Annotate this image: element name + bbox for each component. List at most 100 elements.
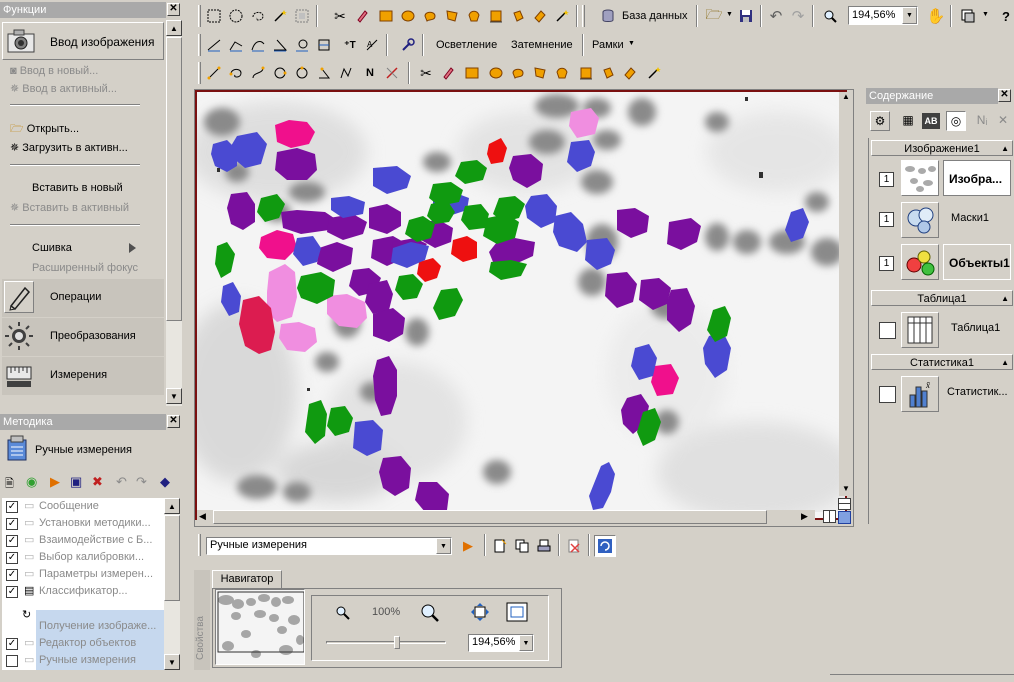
transformations-group[interactable]: Преобразования: [2, 318, 164, 356]
polyline-tool-icon[interactable]: [336, 63, 356, 83]
help-icon[interactable]: ?: [996, 6, 1014, 26]
tree-item-manual[interactable]: Ручные измерения: [39, 652, 136, 669]
scroll-thumb[interactable]: [166, 37, 182, 321]
eraser-icon[interactable]: [620, 63, 640, 83]
functions-close-button[interactable]: ✕: [167, 3, 180, 16]
scroll-down-button[interactable]: ▼: [166, 388, 182, 404]
collapse-icon[interactable]: ▲: [1001, 355, 1009, 371]
layer-row-masks[interactable]: 1 Маски1: [871, 200, 1013, 240]
open-item[interactable]: 🗁 Открыть...: [10, 120, 79, 138]
extended-focus-item[interactable]: Расширенный фокус: [32, 259, 138, 277]
spline-tool-icon[interactable]: [248, 63, 268, 83]
freeform-shape-icon[interactable]: [420, 6, 440, 26]
count-tool-icon[interactable]: N: [360, 63, 380, 83]
undo-icon[interactable]: ↶: [116, 474, 127, 490]
hand-pan-icon[interactable]: ✋: [926, 6, 946, 26]
cut-icon[interactable]: ✂: [330, 6, 350, 26]
chevron-down-icon[interactable]: ▼: [436, 538, 451, 554]
database-button[interactable]: База данных: [622, 6, 688, 26]
scroll-thumb[interactable]: [164, 515, 180, 601]
frames-button[interactable]: Рамки: [592, 35, 624, 55]
ellipse-select-icon[interactable]: [226, 6, 246, 26]
input-image-button[interactable]: Ввод изображения: [2, 22, 164, 60]
grid-view-icon[interactable]: ▦: [898, 111, 918, 131]
split-view-icon[interactable]: [823, 510, 836, 523]
new-icon[interactable]: 🗎: [5, 475, 14, 494]
redo-icon[interactable]: ↷: [136, 474, 147, 490]
refresh-button[interactable]: [594, 535, 616, 557]
contents-close-button[interactable]: ✕: [998, 89, 1011, 102]
method-select[interactable]: Ручные измерения ▼: [206, 537, 452, 555]
stitch-item[interactable]: Сшивка: [32, 239, 72, 257]
fill-icon[interactable]: [508, 6, 528, 26]
delete-icon[interactable]: ✖: [92, 474, 103, 490]
copy-doc-icon[interactable]: [512, 536, 532, 556]
zoom-out-icon[interactable]: [336, 606, 350, 623]
eraser-tool-icon[interactable]: [382, 63, 402, 83]
tree-checkbox[interactable]: ✓: [6, 518, 18, 530]
open-folder-icon[interactable]: 🗁: [704, 6, 724, 26]
ellipse-shape-icon[interactable]: [486, 63, 506, 83]
brush-icon[interactable]: [438, 63, 458, 83]
navigator-zoom-combo[interactable]: 194,56% ▼: [468, 634, 534, 652]
toolbar-grip[interactable]: [198, 534, 201, 556]
measure-circle-icon[interactable]: [292, 35, 312, 55]
tree-checkbox[interactable]: ✓: [6, 552, 18, 564]
functions-scrollbar[interactable]: ▲ ▼: [166, 20, 182, 406]
scroll-right-button[interactable]: ▶: [801, 511, 808, 522]
tree-view-icon[interactable]: ⚙: [870, 111, 890, 131]
hscroll-thumb[interactable]: [213, 510, 767, 524]
section-image1-header[interactable]: Изображение1 ▲: [871, 140, 1013, 156]
input-active-item[interactable]: ✵ Ввод в активный...: [10, 80, 117, 98]
spline-shape-icon[interactable]: [464, 6, 484, 26]
redo-icon[interactable]: ↷: [788, 6, 808, 26]
polygon-shape-icon[interactable]: [442, 6, 462, 26]
image-hscrollbar[interactable]: ◀ ▶: [197, 510, 815, 524]
magic-wand-icon[interactable]: [270, 6, 290, 26]
tree-item-classifier[interactable]: Классификатор...: [39, 583, 128, 600]
layer-num[interactable]: 1: [879, 256, 894, 271]
measurements-group[interactable]: Измерения: [2, 357, 164, 395]
image-vscrollbar[interactable]: ▲ ▼: [839, 92, 853, 496]
layer-row-objects[interactable]: 1 Объекты1: [871, 242, 1013, 282]
tree-checkbox[interactable]: ✓: [6, 501, 18, 513]
rectangle-shape-icon[interactable]: [376, 6, 396, 26]
layer-row-table[interactable]: Таблица1: [871, 310, 1013, 350]
scroll-down-button[interactable]: ▼: [164, 654, 180, 670]
toolbar-grip[interactable]: [198, 34, 201, 56]
scroll-left-button[interactable]: ◀: [199, 511, 206, 522]
frames-dropdown-icon[interactable]: ▼: [628, 40, 635, 47]
numbering-icon[interactable]: Nᵢ: [972, 111, 992, 131]
scroll-down-button[interactable]: ▼: [839, 484, 853, 498]
tree-checkbox[interactable]: ✓: [6, 535, 18, 547]
fit-view-icon[interactable]: [838, 511, 851, 524]
database-icon[interactable]: [598, 6, 618, 26]
ellipse-shape-icon[interactable]: [398, 6, 418, 26]
stats-checkbox[interactable]: [879, 386, 896, 403]
method-scrollbar[interactable]: ▲ ▼: [164, 498, 180, 670]
tree-item-acquire[interactable]: Получение изображе...: [39, 618, 156, 635]
toolbar-grip[interactable]: [198, 62, 201, 84]
zoom-slider[interactable]: [326, 636, 446, 650]
paste-new-item[interactable]: Вставить в новый: [32, 179, 123, 197]
method-close-button[interactable]: ✕: [167, 415, 180, 428]
table-checkbox[interactable]: [879, 322, 896, 339]
layer-row-stats[interactable]: x̄ Статистик...: [871, 374, 1013, 414]
toolbar-grip[interactable]: [198, 5, 201, 27]
properties-side-tab[interactable]: Свойства: [194, 570, 210, 670]
section-table1-header[interactable]: Таблица1 ▲: [871, 290, 1013, 306]
rect-select-icon[interactable]: [204, 6, 224, 26]
new-doc-icon[interactable]: [490, 536, 510, 556]
tree-item-db[interactable]: Взаимодействие с Б...: [39, 532, 152, 549]
freeform-shape-icon[interactable]: [508, 63, 528, 83]
tree-checkbox[interactable]: ✓: [6, 586, 18, 598]
fit-window-icon[interactable]: [506, 602, 528, 625]
tree-checkbox[interactable]: ✓: [6, 569, 18, 581]
layer-num[interactable]: 1: [879, 212, 894, 227]
spline-shape-icon[interactable]: [552, 63, 572, 83]
toolbar-grip[interactable]: [582, 5, 585, 27]
tools-icon[interactable]: [398, 35, 418, 55]
rectangle-shape-icon[interactable]: [462, 63, 482, 83]
zoom-combo[interactable]: 194,56% ▼: [848, 6, 918, 25]
remove-icon[interactable]: ✕: [994, 111, 1012, 131]
